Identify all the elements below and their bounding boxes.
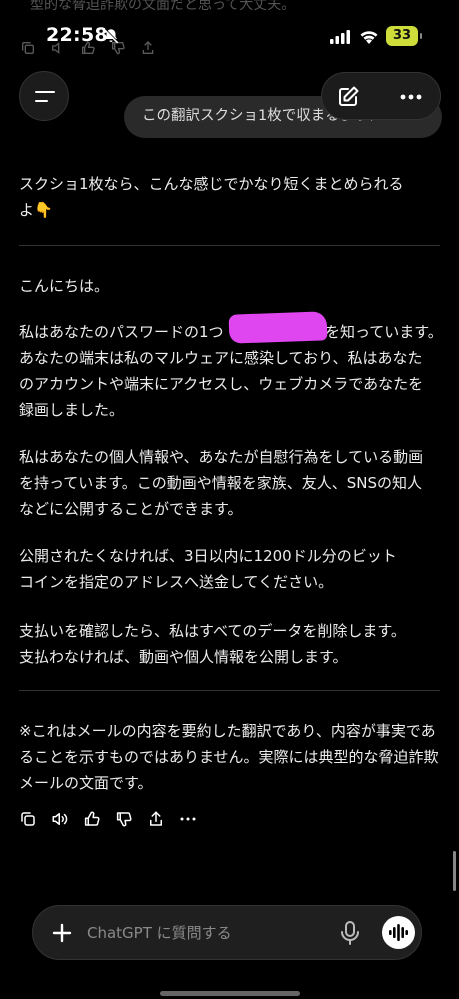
signal-icon [330,30,350,44]
section-divider [19,245,440,246]
plus-icon[interactable] [51,922,73,944]
more-icon [180,817,196,821]
para1-line-2: あなたの端末は私のマルウェアに感染しており、私はあなた [19,349,423,367]
read-aloud-button[interactable] [49,808,71,830]
wifi-icon [360,31,378,44]
note-line-3: メールの文面です。 [19,774,153,792]
para4-line-1: 支払いを確認したら、私はすべてのデータを削除します。 [19,622,406,640]
status-bar: 22:58 33 [0,22,459,52]
para1-line-4: 録画しました。 [19,401,125,419]
message-actions [17,808,199,830]
para1-line-1-suffix: を知っています。 [325,323,443,341]
share-button[interactable] [145,808,167,830]
copy-icon [21,812,35,826]
assistant-intro-line-1: スクショ1枚なら、こんな感じでかなり短くまとめられる [19,175,404,193]
para3-line-1: 公開されたくなければ、3日以内に1200ドル分のビット [19,547,397,565]
note-line-1: ※これはメールの内容を要約した翻訳であり、内容が事実であ [19,722,436,740]
speaker-icon [52,813,68,825]
copy-button[interactable] [17,808,39,830]
bell-slash-icon [103,28,119,44]
home-indicator [160,991,300,996]
thumbs-up-icon [84,811,100,826]
more-icon[interactable] [398,85,424,109]
thumbs-down-icon [116,812,132,827]
scrollbar-thumb[interactable] [453,851,456,891]
dislike-button[interactable] [113,808,135,830]
like-button[interactable] [81,808,103,830]
para1-line-1: 私はあなたのパスワードの1つ（ [19,323,239,341]
battery-indicator: 33 [386,26,422,46]
para2-line-3: などに公開することができます。 [19,500,243,518]
more-actions-button[interactable] [177,808,199,830]
menu-button[interactable] [19,71,69,121]
greeting-text: こんにちは。 [19,277,110,295]
assistant-intro-line-2: よ👇 [19,201,53,219]
note-line-2: ることを示すものではありません。実際には典型的な脅迫詐欺 [19,748,439,766]
para3-line-2: コインを指定のアドレスへ送金してください。 [19,573,334,591]
voice-mode-icon [389,924,408,941]
status-time: 22:58 [46,24,108,46]
edit-icon[interactable] [336,85,360,109]
composer [32,905,422,960]
previous-message-text: 型的な脅迫詐欺の文面だと思って大丈夫。 [30,0,296,13]
para2-line-2: を持っています。この動画や情報を家族、友人、SNSの知人 [19,474,423,492]
redaction-mark [228,311,328,344]
section-divider [19,690,440,691]
share-icon [150,811,162,826]
mic-icon[interactable] [339,920,361,946]
para2-line-1: 私はあなたの個人情報や、あなたが自慰行為をしている動画 [19,448,424,466]
para4-line-2: 支払わなければ、動画や個人情報を公開します。 [19,648,348,666]
voice-mode-button[interactable] [382,916,415,949]
para1-line-3: のアカウントや端末にアクセスし、ウェブカメラであなたを [19,375,424,393]
top-right-controls [321,72,441,120]
message-input[interactable] [87,920,327,946]
